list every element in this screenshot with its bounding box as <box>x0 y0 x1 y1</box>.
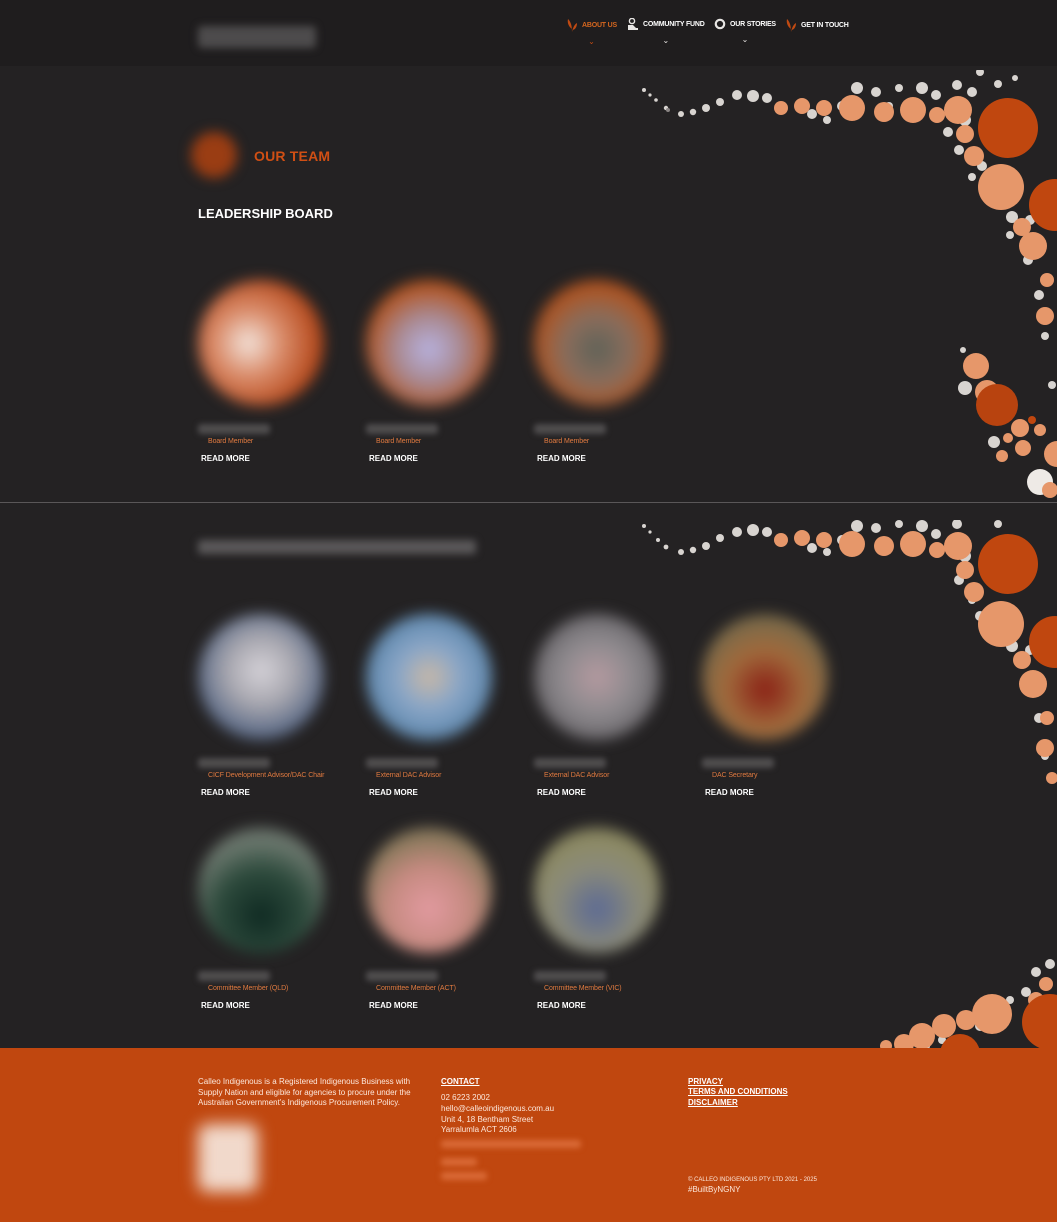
member-role: External DAC Advisor <box>544 772 610 779</box>
nav-community-fund[interactable]: COMMUNITY FUND ⌄ <box>627 18 705 54</box>
section-title-leadership-board: LEADERSHIP BOARD <box>198 206 333 221</box>
read-more-link[interactable]: READ MORE <box>537 1001 586 1010</box>
member-role: Board Member <box>544 438 590 445</box>
member-role: Committee Member (ACT) <box>376 985 456 992</box>
footer-blurred-text <box>441 1172 487 1180</box>
read-more-link[interactable]: READ MORE <box>201 788 250 797</box>
team-card: DAC Secretary READ MORE <box>702 614 852 814</box>
team-card: Committee Member (VIC) READ MORE <box>534 827 684 1027</box>
footer-blurred-text <box>441 1140 581 1148</box>
footer-address-line2: Yarralumla ACT 2606 <box>441 1125 517 1134</box>
nav-label: COMMUNITY FUND <box>643 21 705 28</box>
leaf-icon <box>567 19 577 32</box>
member-role: CICF Development Advisor/DAC Chair <box>208 772 325 779</box>
footer-hashtag: #BuiltByNGNY <box>688 1185 741 1194</box>
read-more-link[interactable]: READ MORE <box>705 788 754 797</box>
chevron-down-icon[interactable]: ⌄ <box>662 37 669 45</box>
footer-email[interactable]: hello@calleoindigenous.com.au <box>441 1104 554 1115</box>
member-name <box>198 971 270 981</box>
member-role: External DAC Advisor <box>376 772 442 779</box>
chevron-down-icon[interactable]: ⌄ <box>742 36 749 44</box>
avatar[interactable] <box>198 614 324 740</box>
team-card: Board Member READ MORE <box>534 280 684 480</box>
site-footer <box>0 1048 1057 1222</box>
read-more-link[interactable]: READ MORE <box>369 788 418 797</box>
footer-address-line1: Unit 4, 18 Bentham Street <box>441 1115 534 1124</box>
nav-our-stories[interactable]: OUR STORIES ⌄ <box>714 18 776 54</box>
team-card: External DAC Advisor READ MORE <box>534 614 684 814</box>
team-card: Board Member READ MORE <box>366 280 516 480</box>
read-more-link[interactable]: READ MORE <box>201 1001 250 1010</box>
member-name <box>366 971 438 981</box>
footer-link-privacy[interactable]: PRIVACY <box>688 1077 723 1086</box>
member-name <box>198 424 270 434</box>
section-title-committee <box>198 540 476 554</box>
nav-label: ABOUT US <box>582 21 617 29</box>
dot-art-decoration <box>620 70 1057 500</box>
footer-contact-heading[interactable]: CONTACT <box>441 1077 480 1086</box>
avatar[interactable] <box>702 614 828 740</box>
read-more-link[interactable]: READ MORE <box>369 454 418 463</box>
team-card: CICF Development Advisor/DAC Chair READ … <box>198 614 348 814</box>
section-divider <box>0 502 1057 503</box>
team-card: External DAC Advisor READ MORE <box>366 614 516 814</box>
footer-link-disclaimer[interactable]: DISCLAIMER <box>688 1098 738 1107</box>
read-more-link[interactable]: READ MORE <box>537 788 586 797</box>
site-header <box>0 0 1057 66</box>
avatar[interactable] <box>198 280 324 406</box>
nav-about-us[interactable]: ABOUT US ⌄ <box>566 18 617 54</box>
member-name <box>366 758 438 768</box>
page-title: OUR TEAM <box>254 148 331 164</box>
team-card: Board Member READ MORE <box>198 280 348 480</box>
nav-label: GET IN TOUCH <box>801 21 849 29</box>
member-name <box>534 424 606 434</box>
avatar[interactable] <box>366 280 492 406</box>
hand-coin-icon <box>628 18 638 30</box>
avatar[interactable] <box>534 614 660 740</box>
footer-phone[interactable]: 02 6223 2002 <box>441 1093 490 1104</box>
nav-label: OUR STORIES <box>730 20 776 28</box>
footer-copyright: © CALLEO INDIGENOUS PTY LTD 2021 - 2025 <box>688 1177 817 1183</box>
member-name <box>534 758 606 768</box>
member-role: Committee Member (QLD) <box>208 985 289 992</box>
member-role: Board Member <box>376 438 422 445</box>
team-card: Committee Member (ACT) READ MORE <box>366 827 516 1027</box>
footer-about-text: Calleo Indigenous is a Registered Indige… <box>198 1077 411 1107</box>
supply-nation-logo <box>198 1124 258 1192</box>
avatar[interactable] <box>534 827 660 953</box>
team-card: Committee Member (QLD) READ MORE <box>198 827 348 1027</box>
member-name <box>366 424 438 434</box>
carousel-next-button[interactable] <box>976 384 1018 426</box>
member-role: DAC Secretary <box>712 772 758 779</box>
member-role: Committee Member (VIC) <box>544 985 622 992</box>
nav-get-in-touch[interactable]: GET IN TOUCH <box>785 18 849 54</box>
read-more-link[interactable]: READ MORE <box>537 454 586 463</box>
avatar[interactable] <box>366 827 492 953</box>
footer-link-terms[interactable]: TERMS AND CONDITIONS <box>688 1087 788 1096</box>
avatar[interactable] <box>366 614 492 740</box>
member-name <box>198 758 270 768</box>
member-name <box>534 971 606 981</box>
read-more-link[interactable]: READ MORE <box>201 454 250 463</box>
chevron-down-icon[interactable]: ⌄ <box>588 38 595 46</box>
dot-art-decoration <box>860 950 1057 1048</box>
circle-ring-icon <box>714 18 726 30</box>
site-logo[interactable] <box>198 26 316 48</box>
read-more-link[interactable]: READ MORE <box>369 1001 418 1010</box>
leaf-icon <box>786 19 796 32</box>
member-name <box>702 758 774 768</box>
footer-blurred-text <box>441 1158 477 1166</box>
team-emblem-icon <box>191 132 237 178</box>
avatar[interactable] <box>534 280 660 406</box>
avatar[interactable] <box>198 827 324 953</box>
member-role: Board Member <box>208 438 254 445</box>
